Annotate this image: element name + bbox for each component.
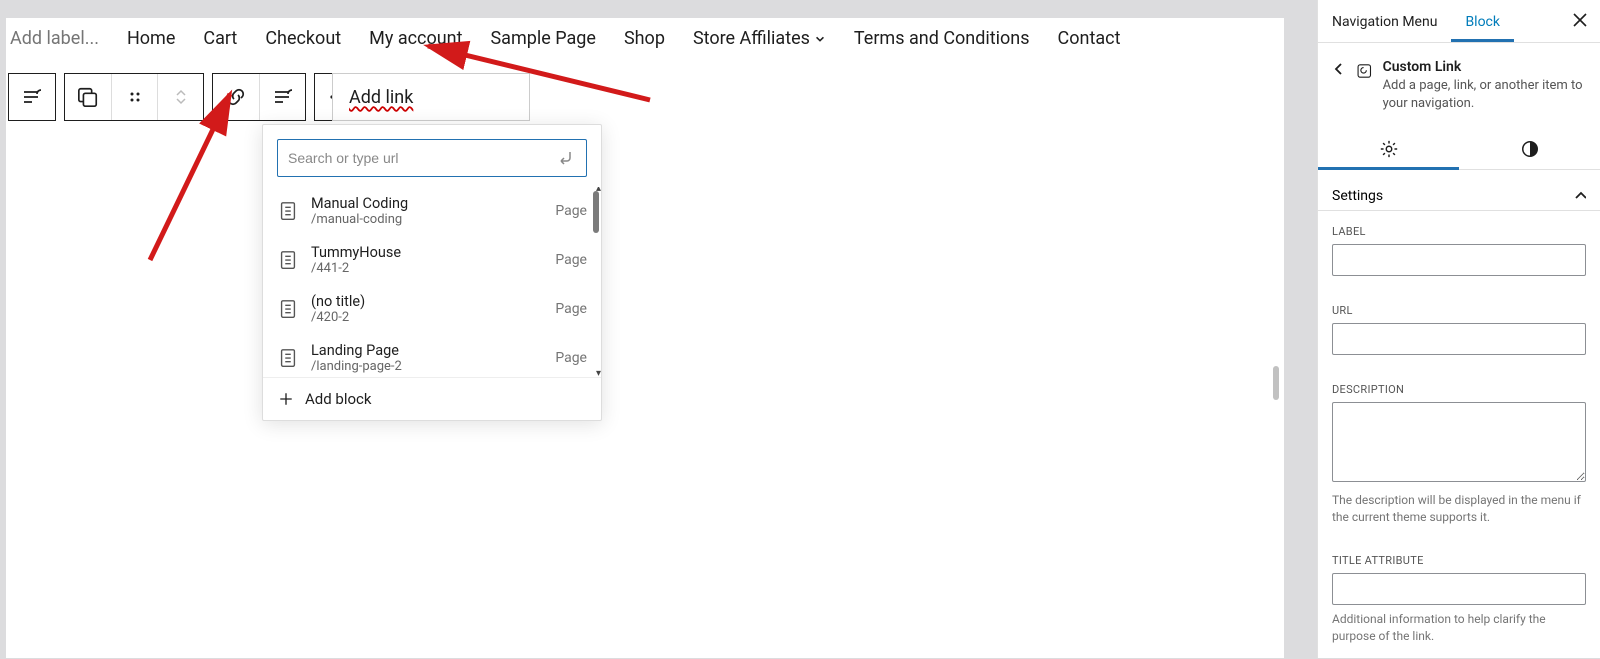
subtab-settings[interactable] xyxy=(1318,129,1459,170)
plus-icon xyxy=(277,390,295,408)
block-title: Custom Link xyxy=(1383,59,1586,75)
nav-label: Home xyxy=(127,28,175,49)
canvas-scroll-thumb[interactable] xyxy=(1273,366,1279,400)
block-description: Add a page, link, or another item to you… xyxy=(1383,77,1586,113)
result-title: Landing Page xyxy=(311,342,535,359)
nav-item-sample-page[interactable]: Sample Page xyxy=(490,28,595,49)
scroll-thumb[interactable] xyxy=(593,191,599,233)
settings-sidebar: Navigation Menu Block Custom Link Add a … xyxy=(1317,0,1600,658)
title-attr-label: TITLE ATTRIBUTE xyxy=(1332,554,1586,567)
tab-navigation-menu[interactable]: Navigation Menu xyxy=(1318,0,1451,42)
gear-icon xyxy=(1379,139,1399,159)
link-icon xyxy=(225,86,247,108)
block-card: Custom Link Add a page, link, or another… xyxy=(1318,43,1600,129)
description-label: DESCRIPTION xyxy=(1332,383,1586,396)
submenu-icon xyxy=(21,86,43,108)
nav-label: Checkout xyxy=(265,28,341,49)
url-input[interactable] xyxy=(1332,323,1586,355)
navigation-menu: Add label... Home Cart Checkout My accou… xyxy=(6,18,1284,57)
page-icon xyxy=(277,347,299,369)
link-result-item[interactable]: Landing Page /landing-page-2 Page xyxy=(263,334,601,377)
nav-item-store-affiliates[interactable]: Store Affiliates xyxy=(693,28,826,49)
block-toolbar xyxy=(8,73,370,121)
description-textarea[interactable] xyxy=(1332,402,1586,482)
description-help: The description will be displayed in the… xyxy=(1332,492,1586,526)
url-label: URL xyxy=(1332,304,1586,317)
add-block-label: Add block xyxy=(305,390,372,408)
title-attr-input[interactable] xyxy=(1332,573,1586,605)
close-sidebar-button[interactable] xyxy=(1570,10,1590,30)
subtab-styles[interactable] xyxy=(1459,129,1600,170)
scroll-down-arrow[interactable]: ▾ xyxy=(596,368,601,377)
nav-item-checkout[interactable]: Checkout xyxy=(265,28,341,49)
result-title: (no title) xyxy=(311,293,535,310)
enter-icon xyxy=(555,147,577,169)
link-result-item[interactable]: Manual Coding /manual-coding Page xyxy=(263,187,601,236)
nav-label: Store Affiliates xyxy=(693,28,810,49)
result-slug: /landing-page-2 xyxy=(311,359,535,375)
block-type-button[interactable] xyxy=(9,74,55,120)
result-type: Page xyxy=(547,350,587,366)
add-link-input[interactable]: Add link xyxy=(332,73,530,121)
nav-label: Terms and Conditions xyxy=(854,28,1030,49)
nav-label: Shop xyxy=(624,28,665,49)
result-type: Page xyxy=(547,203,587,219)
result-slug: /manual-coding xyxy=(311,212,535,228)
parent-block-icon xyxy=(77,86,99,108)
link-result-item[interactable]: TummyHouse /441-2 Page xyxy=(263,236,601,285)
page-icon xyxy=(277,200,299,222)
settings-panel-toggle[interactable]: Settings xyxy=(1332,188,1586,204)
link-search-input[interactable] xyxy=(277,139,587,177)
add-submenu-button[interactable] xyxy=(259,74,305,120)
result-title: TummyHouse xyxy=(311,244,535,261)
nav-item-my-account[interactable]: My account xyxy=(369,28,462,49)
add-label-placeholder[interactable]: Add label... xyxy=(10,28,99,49)
nav-item-terms[interactable]: Terms and Conditions xyxy=(854,28,1030,49)
chevron-down-icon xyxy=(814,33,826,45)
nav-item-cart[interactable]: Cart xyxy=(203,28,237,49)
page-icon xyxy=(277,298,299,320)
add-link-label: Add link xyxy=(349,87,413,108)
result-type: Page xyxy=(547,301,587,317)
result-type: Page xyxy=(547,252,587,268)
link-results: ▴ Manual Coding /manual-coding Page Tumm… xyxy=(263,187,601,377)
label-label: LABEL xyxy=(1332,225,1586,238)
drag-icon xyxy=(128,90,142,104)
drag-handle[interactable] xyxy=(111,74,157,120)
nav-item-shop[interactable]: Shop xyxy=(624,28,665,49)
link-result-item[interactable]: (no title) /420-2 Page xyxy=(263,285,601,334)
page-icon xyxy=(277,249,299,271)
tab-block[interactable]: Block xyxy=(1451,0,1514,42)
link-button[interactable] xyxy=(213,74,259,120)
add-block-button[interactable]: Add block xyxy=(263,377,601,420)
link-suggestions-popover: ▴ Manual Coding /manual-coding Page Tumm… xyxy=(262,124,602,421)
move-icon xyxy=(173,89,189,105)
panel-title: Settings xyxy=(1332,188,1383,204)
move-buttons[interactable] xyxy=(157,74,203,120)
back-button[interactable] xyxy=(1332,59,1346,81)
nav-item-home[interactable]: Home xyxy=(127,28,175,49)
select-parent-button[interactable] xyxy=(65,74,111,120)
nav-item-contact[interactable]: Contact xyxy=(1058,28,1121,49)
result-title: Manual Coding xyxy=(311,195,535,212)
custom-link-icon xyxy=(1356,59,1373,83)
nav-label: Sample Page xyxy=(490,28,595,49)
contrast-icon xyxy=(1520,139,1540,159)
nav-label: Contact xyxy=(1058,28,1121,49)
nav-label: Cart xyxy=(203,28,237,49)
result-slug: /441-2 xyxy=(311,261,535,277)
result-slug: /420-2 xyxy=(311,310,535,326)
chevron-up-icon xyxy=(1572,189,1586,203)
label-input[interactable] xyxy=(1332,244,1586,276)
chevron-left-icon xyxy=(1332,61,1346,77)
title-attr-help: Additional information to help clarify t… xyxy=(1332,611,1586,645)
nav-label: My account xyxy=(369,28,462,49)
submenu-icon xyxy=(272,86,294,108)
